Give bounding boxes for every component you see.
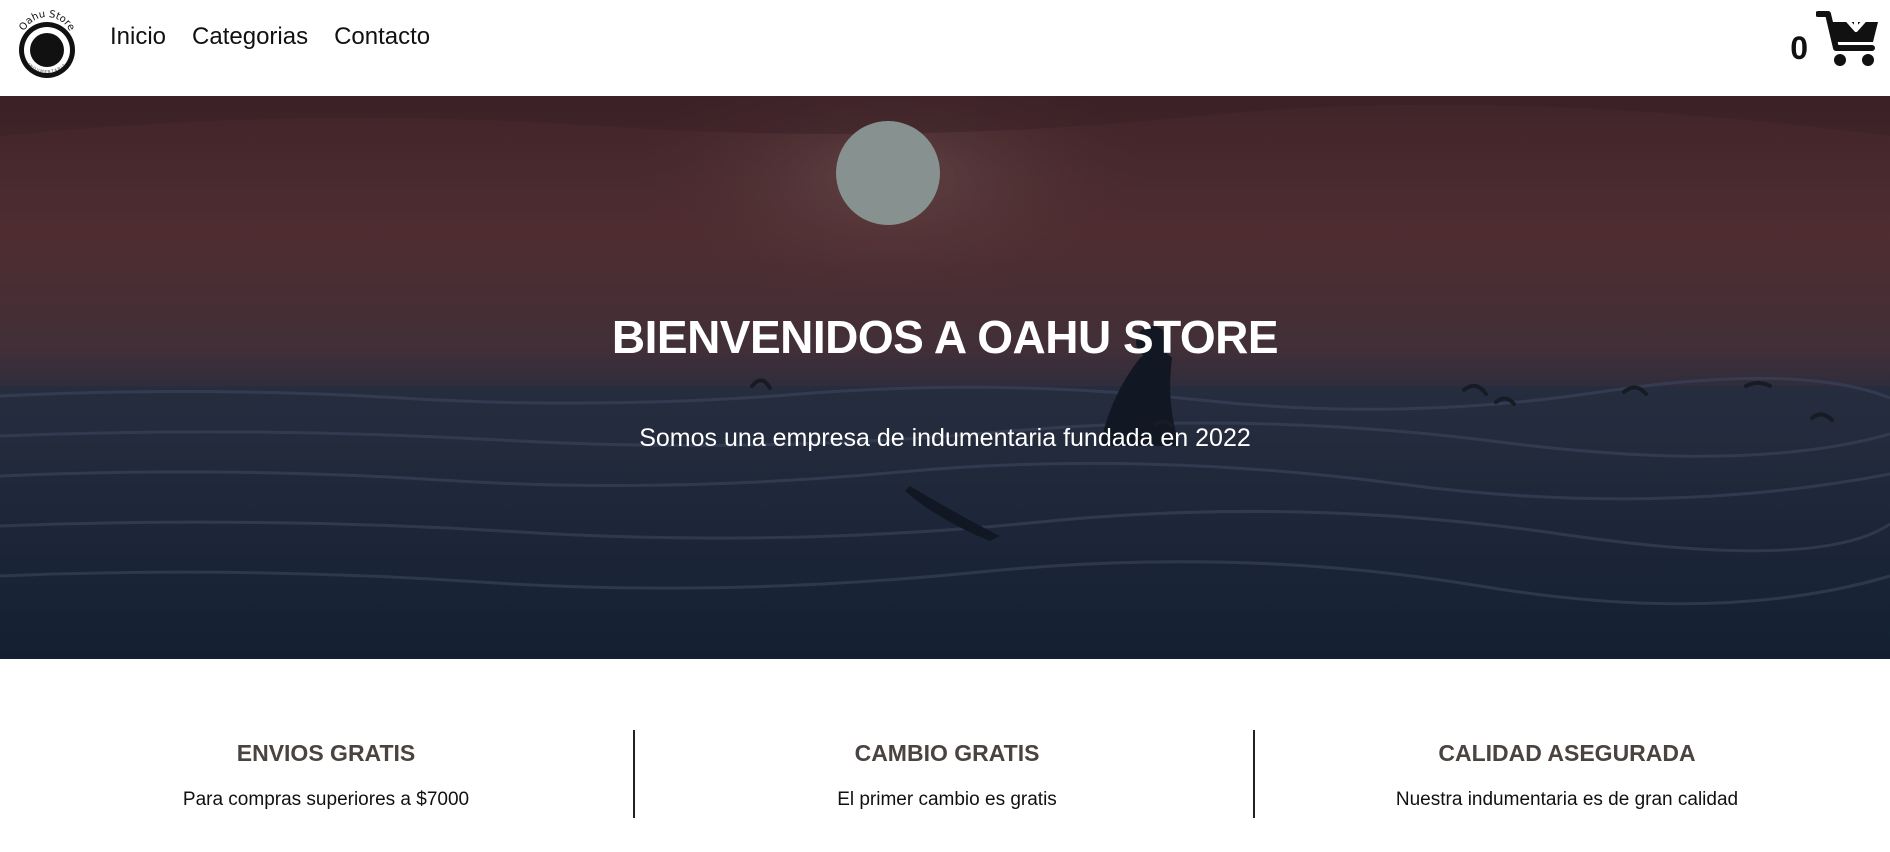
feature-divider — [633, 730, 635, 818]
shopping-cart-icon — [1816, 8, 1878, 66]
feature-title: ENVIOS GRATIS — [236, 740, 416, 766]
features-section: ENVIOS GRATIS Para compras superiores a … — [0, 659, 1890, 852]
hero-subtitle: Somos una empresa de indumentaria fundad… — [639, 424, 1251, 452]
oahu-store-logo[interactable]: Oahu Store INDUMENTARIA — [14, 6, 80, 86]
feature-text: El primer cambio es gratis — [837, 789, 1057, 810]
cart-button[interactable]: 0 — [1790, 8, 1882, 70]
feature-cambio: CAMBIO GRATIS El primer cambio es gratis — [637, 730, 1257, 812]
feature-title: CAMBIO GRATIS — [854, 740, 1040, 766]
nav-categorias[interactable]: Categorias — [192, 22, 308, 52]
main-nav: Inicio Categorias Contacto — [110, 22, 430, 52]
navbar: Oahu Store INDUMENTARIA Inicio Categoria… — [0, 0, 1890, 96]
feature-title: CALIDAD ASEGURADA — [1438, 740, 1696, 766]
feature-text: Para compras superiores a $7000 — [182, 789, 470, 810]
feature-text: Nuestra indumentaria es de gran calidad — [1395, 789, 1739, 810]
cart-count: 0 — [1790, 29, 1808, 66]
feature-calidad: CALIDAD ASEGURADA Nuestra indumentaria e… — [1257, 730, 1877, 812]
nav-inicio[interactable]: Inicio — [110, 22, 166, 52]
feature-divider — [1253, 730, 1255, 818]
hero-background-image — [0, 96, 1890, 659]
hero-banner: BIENVENIDOS A OAHU STORE Somos una empre… — [0, 96, 1890, 659]
feature-envios: ENVIOS GRATIS Para compras superiores a … — [16, 730, 636, 812]
nav-contacto[interactable]: Contacto — [334, 22, 430, 52]
hero-title: BIENVENIDOS A OAHU STORE — [611, 311, 1279, 363]
